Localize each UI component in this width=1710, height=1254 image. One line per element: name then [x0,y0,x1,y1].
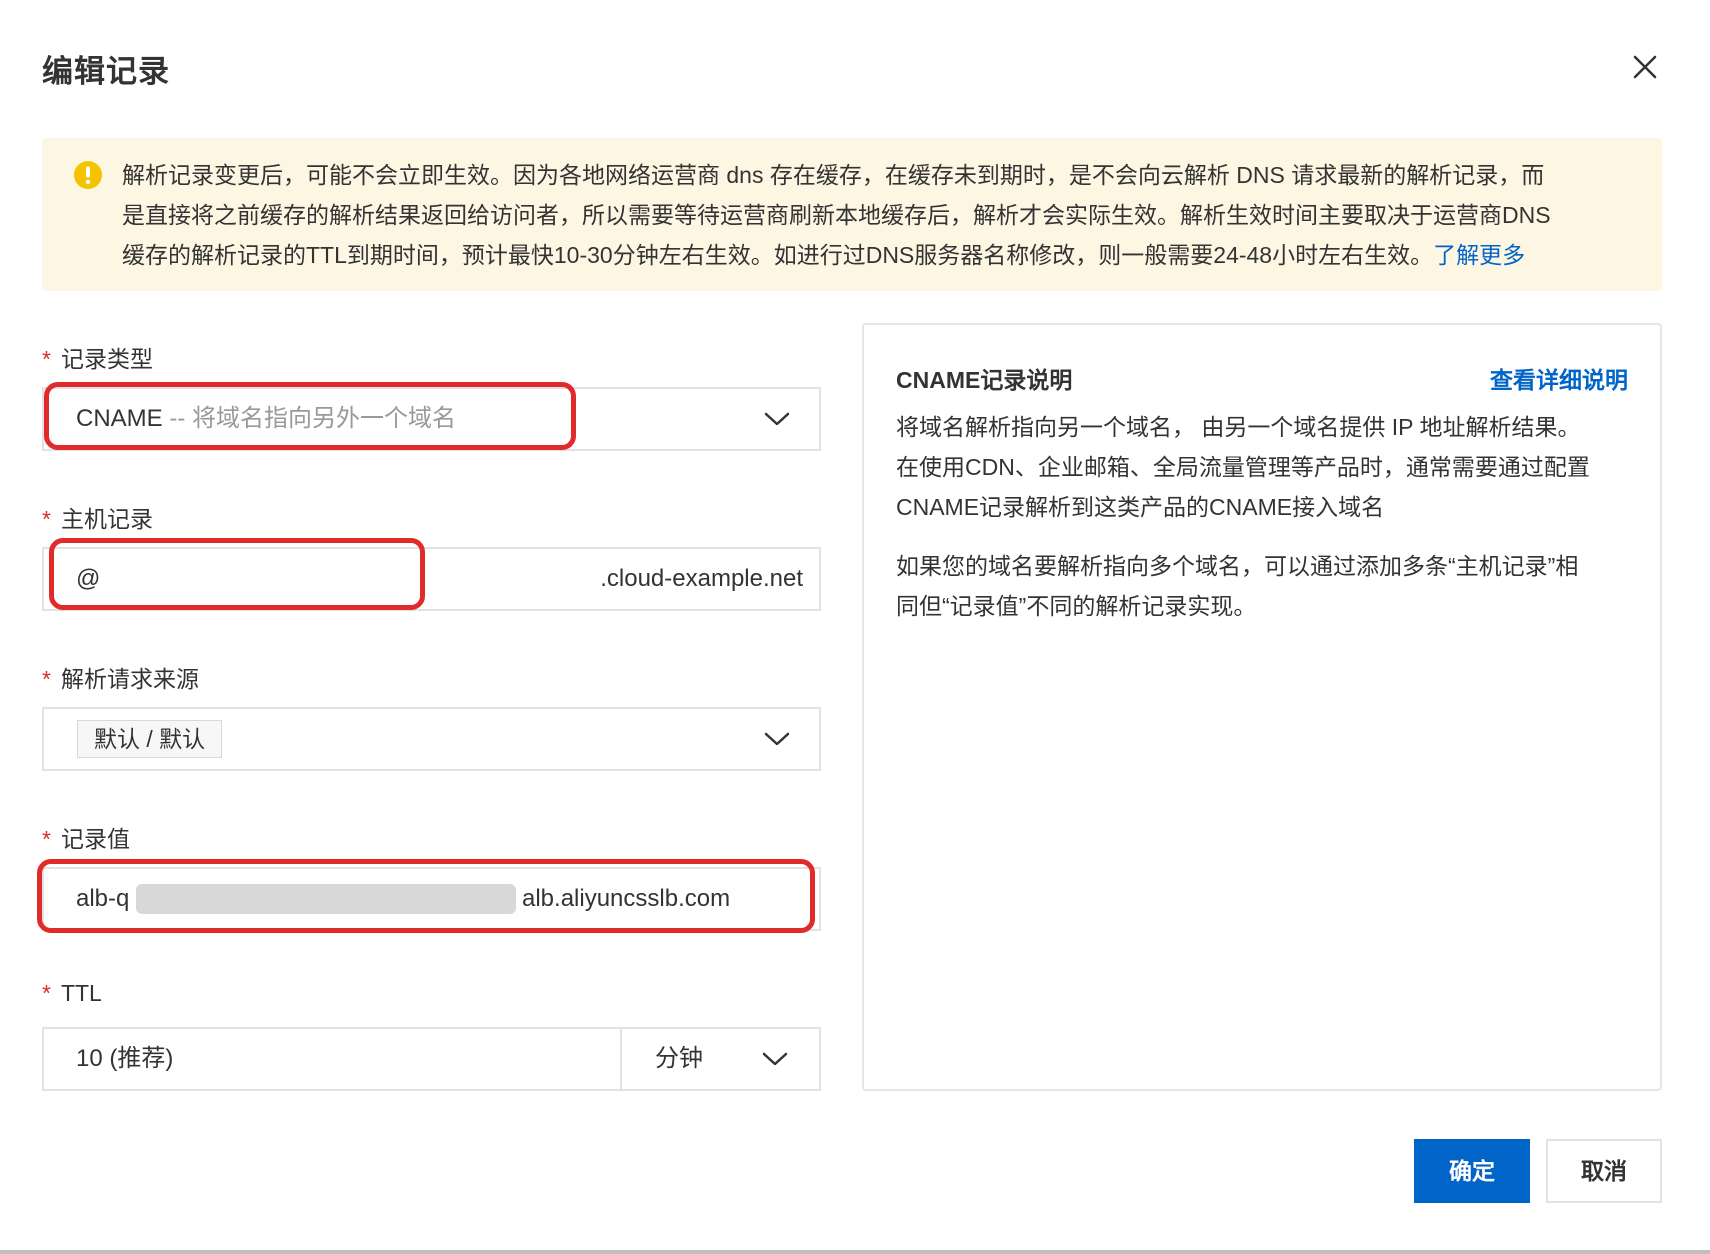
dialog-title: 编辑记录 [42,54,170,89]
ttl-field: 10 (推荐) 分钟 [42,1027,821,1091]
info-line: 同但“记录值”不同的解析记录实现。 [896,593,1257,619]
ttl-label-text: TTL [60,980,102,1006]
notice-line: 缓存的解析记录的TTL到期时间，预计最快10-30分钟左右生效。如进行过DNS服… [122,235,1642,275]
confirm-button[interactable]: 确定 [1414,1139,1530,1203]
bottom-divider [0,1250,1710,1254]
ttl-label: * TTL [42,980,102,1007]
chevron-down-icon [764,731,790,747]
host-record-label-text: 主机记录 [60,506,153,532]
record-type-value: CNAME -- 将域名指向另外一个域名 [76,389,456,449]
redacted-value [136,884,516,914]
info-paragraph-2: 如果您的域名要解析指向多个域名，可以通过添加多条“主机记录”相 同但“记录值”不… [896,546,1636,626]
record-type-label: * 记录类型 [42,340,153,374]
ttl-unit-value: 分钟 [655,1045,703,1072]
domain-suffix: .cloud-example.net [600,565,803,592]
record-type-label-text: 记录类型 [60,346,153,372]
record-type-hint: -- 将域名指向另外一个域名 [162,405,456,432]
ttl-value: 10 (推荐) [76,1045,174,1072]
required-mark: * [42,826,51,852]
notice-line: 是直接将之前缓存的解析结果返回给访问者，所以需要等待运营商刷新本地缓存后，解析才… [122,202,1551,228]
record-value-input[interactable]: alb-q alb.aliyuncsslb.com [42,867,821,931]
host-record-value: @ [76,565,101,592]
info-line: 在使用CDN、企业邮箱、全局流量管理等产品时，通常需要通过配置 [896,454,1590,480]
close-icon[interactable] [1630,52,1660,82]
chevron-down-icon [762,1051,788,1067]
host-record-label: * 主机记录 [42,500,153,534]
request-source-label: * 解析请求来源 [42,660,199,694]
edit-record-dialog: 编辑记录 解析记录变更后，可能不会立即生效。因为各地网络运营商 dns 存在缓存… [0,0,1710,1254]
info-title: CNAME记录说明 [896,367,1073,393]
info-paragraph-1: 将域名解析指向另一个域名， 由另一个域名提供 IP 地址解析结果。 在使用CDN… [896,407,1636,527]
record-value-label-text: 记录值 [60,826,130,852]
learn-more-link[interactable]: 了解更多 [1433,242,1525,268]
notice-text: 解析记录变更后，可能不会立即生效。因为各地网络运营商 dns 存在缓存，在缓存未… [122,155,1642,275]
view-details-link[interactable]: 查看详细说明 [1490,361,1628,395]
ttl-unit-select[interactable]: 分钟 [622,1029,819,1089]
required-mark: * [42,506,51,532]
info-line: CNAME记录解析到这类产品的CNAME接入域名 [896,494,1385,520]
record-type-select[interactable]: CNAME -- 将域名指向另外一个域名 [42,387,821,451]
required-mark: * [42,666,51,692]
required-mark: * [42,346,51,372]
request-source-label-text: 解析请求来源 [60,666,199,692]
info-line: 如果您的域名要解析指向多个域名，可以通过添加多条“主机记录”相 [896,553,1579,579]
record-value-suffix: alb.aliyuncsslb.com [522,885,731,912]
record-type-selected: CNAME [76,405,163,432]
record-value-label: * 记录值 [42,820,130,854]
notice-line: 解析记录变更后，可能不会立即生效。因为各地网络运营商 dns 存在缓存，在缓存未… [122,162,1545,188]
ttl-input[interactable]: 10 (推荐) [44,1029,622,1089]
host-record-input[interactable]: @ .cloud-example.net [42,547,821,611]
chevron-down-icon [764,411,790,427]
propagation-notice: 解析记录变更后，可能不会立即生效。因为各地网络运营商 dns 存在缓存，在缓存未… [42,138,1662,291]
source-tag[interactable]: 默认 / 默认 [77,720,223,758]
notice-line-text: 缓存的解析记录的TTL到期时间，预计最快10-30分钟左右生效。如进行过DNS服… [122,242,1434,268]
cname-info-panel: CNAME记录说明 查看详细说明 将域名解析指向另一个域名， 由另一个域名提供 … [862,323,1662,1091]
record-value-prefix: alb-q [76,885,130,912]
request-source-select[interactable]: 默认 / 默认 [42,707,821,771]
warning-icon [73,160,103,190]
cancel-button[interactable]: 取消 [1546,1139,1662,1203]
info-line: 将域名解析指向另一个域名， 由另一个域名提供 IP 地址解析结果。 [896,414,1581,440]
required-mark: * [42,980,51,1006]
